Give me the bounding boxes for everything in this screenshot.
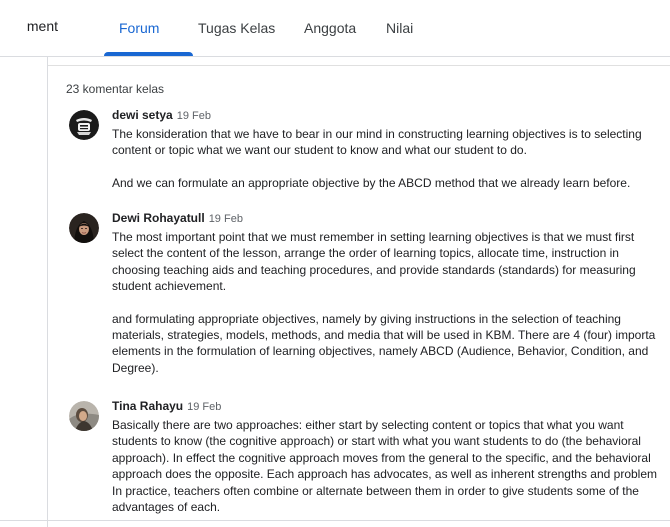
comment-text-line: content or topic what we want our studen… [112,143,527,158]
comment-date: 19 Feb [208,213,243,225]
comment-text-line: The most important point that we must re… [112,230,635,244]
comment-paragraph: and formulating appropriate objectives, … [112,311,670,377]
comment-body: dewi setya 19 Feb The konsideration that … [112,107,670,191]
divider [0,520,670,521]
comment-paragraph: And we can formulate an appropriate obje… [112,175,670,191]
photo-avatar-icon[interactable] [69,401,99,431]
comment-date: 19 Feb [176,110,211,122]
comment-author: Dewi Rohayatull [112,211,205,225]
tab-forum[interactable]: Forum [104,0,193,56]
tab-anggota-label: Anggota [304,20,357,36]
comment-text-line: students to know (the cognitive approach… [112,434,641,449]
class-comments-panel: 23 komentar kelas dewi setya 19 Feb The k… [47,57,670,527]
tab-tugas-kelas-label: Tugas Kelas [198,20,276,36]
top-app-bar: ment Forum Tugas Kelas Anggota Nilai [0,0,670,57]
comment-text-line: materials, strategies, models, methods, … [112,328,656,343]
hijab-avatar-icon[interactable] [69,213,99,243]
comment-text-line: And we can formulate an appropriate obje… [112,175,631,190]
active-tab-indicator [104,52,193,56]
comment-text-line: approach). In effect the cognitive appro… [112,450,651,465]
comment-text-line: Basically there are two approaches: eith… [112,418,624,432]
comment-date: 19 Feb [187,401,222,413]
comment-text-line: In practice, teachers often combine or a… [112,483,639,498]
comment-count[interactable]: 23 komentar kelas [66,82,164,96]
comment-paragraph: Basically there are two approaches: eith… [112,417,670,515]
class-title[interactable]: ment [0,18,58,34]
comment-author: Tina Rahayu [112,399,184,413]
comment-text-line: Degree). [112,360,159,375]
comment-text-line: The konsideration that we have to bear i… [112,127,642,141]
comment-paragraph: The most important point that we must re… [112,229,670,295]
comment-text-line: student achievement. [112,279,227,294]
badge-avatar-icon[interactable] [69,110,99,140]
comment-body: Tina Rahayu 19 Feb Basically there are tw… [112,398,670,515]
tab-nilai[interactable]: Nilai [386,0,413,56]
comment-text-line: approach does the opposite. Each approac… [112,467,658,482]
divider [48,65,670,66]
tab-tugas-kelas[interactable]: Tugas Kelas [198,0,275,56]
comment-text-line: elements in the formulation of learning … [112,344,649,359]
tab-forum-label: Forum [119,20,160,36]
comment-text-line: and formulating appropriate objectives, … [112,311,621,326]
comment-author: dewi setya [112,108,173,122]
tab-anggota[interactable]: Anggota [304,0,356,56]
comment-text-line: advantages of each. [112,500,221,515]
comment-paragraph: The konsideration that we have to bear i… [112,126,670,159]
comment-header: Tina Rahayu 19 Feb [112,398,670,415]
comment-text-line: choosing teaching aids and teaching proc… [112,262,636,277]
comment-text-line: select the content of the lesson, arrang… [112,246,619,261]
comment-header: Dewi Rohayatull 19 Feb [112,210,670,227]
comment-header: dewi setya 19 Feb [112,107,670,124]
tab-nilai-label: Nilai [386,20,414,36]
comment-body: Dewi Rohayatull 19 Feb The most important… [112,210,670,376]
